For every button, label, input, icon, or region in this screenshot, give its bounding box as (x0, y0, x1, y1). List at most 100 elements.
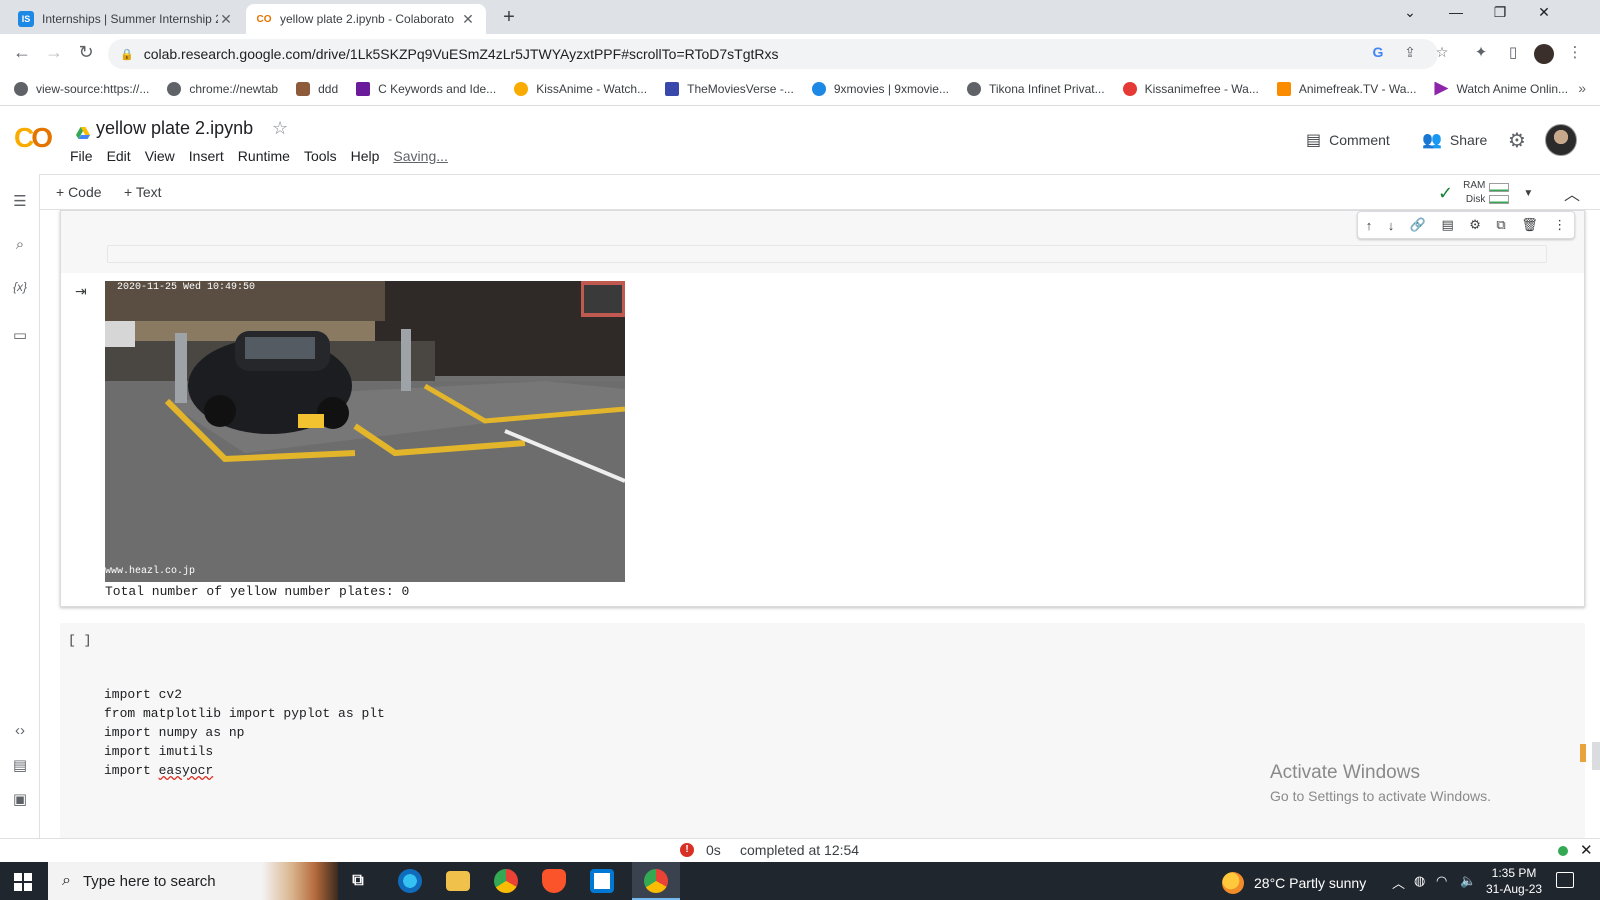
system-clock[interactable]: 1:35 PM 31-Aug-23 (1486, 865, 1542, 897)
browser-tab-colab[interactable]: CO yellow plate 2.ipynb - Colaborato ✕ (246, 4, 486, 34)
close-status-icon[interactable]: ✕ (1580, 841, 1593, 859)
bookmark-item[interactable]: KissAnime - Watch... (514, 81, 648, 96)
notifications-icon[interactable] (1556, 872, 1574, 888)
share-button[interactable]: 👥 Share (1422, 130, 1487, 150)
active-taskbar-item[interactable] (632, 862, 680, 900)
menu-edit[interactable]: Edit (107, 148, 131, 164)
menu-view[interactable]: View (145, 148, 175, 164)
run-cell-button[interactable]: [ ] (68, 633, 91, 648)
menu-help[interactable]: Help (351, 148, 380, 164)
resource-monitor[interactable]: ✓ RAM Disk ▼ (1438, 179, 1533, 207)
taskbar-search[interactable]: ⌕ Type here to search (48, 862, 338, 900)
bookmark-item[interactable]: ddd (296, 81, 338, 96)
move-up-icon[interactable]: ↑ (1366, 218, 1373, 233)
close-window-button[interactable]: ✕ (1524, 4, 1564, 21)
back-icon[interactable]: ← (10, 42, 34, 63)
show-hidden-icons-icon[interactable]: ︿ (1392, 873, 1405, 892)
side-panel-icon[interactable]: ▯ (1502, 43, 1524, 61)
code-snippets-icon[interactable]: ‹› (8, 722, 32, 739)
windows-start-icon[interactable] (14, 873, 32, 891)
code-cell[interactable]: [ ] import cv2 from matplotlib import py… (60, 623, 1585, 838)
restore-button[interactable]: ❐ (1480, 4, 1520, 21)
account-avatar[interactable] (1545, 124, 1577, 156)
microsoft-store-icon[interactable] (590, 869, 614, 893)
cell-editor[interactable] (107, 245, 1547, 263)
link-icon[interactable]: 🔗 (1410, 217, 1426, 233)
tab-search-icon[interactable]: ⌄ (1390, 4, 1430, 21)
task-view-icon[interactable]: ⧉ (346, 869, 370, 893)
collapse-header-icon[interactable]: ︿ (1564, 181, 1580, 205)
close-tab-icon[interactable]: ✕ (218, 11, 234, 28)
google-lens-icon[interactable]: G (1368, 44, 1388, 60)
chrome-icon[interactable] (494, 869, 518, 893)
search-icon[interactable]: ⌕ (8, 236, 32, 253)
comment-button[interactable]: ▤ Comment (1306, 130, 1390, 150)
bookmark-item[interactable]: C Keywords and Ide... (356, 81, 496, 96)
code-cell-focused[interactable]: ↑ ↓ 🔗 ▤ ⚙ ⧉ 🗑 ⋮ ⇥ 2020-11-25 Wed 10:49:5… (60, 210, 1585, 607)
bookmark-item[interactable]: 9xmovies | 9xmovie... (811, 81, 949, 96)
menu-insert[interactable]: Insert (189, 148, 224, 164)
reload-icon[interactable]: ↻ (74, 42, 98, 63)
lock-icon[interactable]: 🔒 (120, 48, 134, 61)
output-actions-icon[interactable]: ⇥ (75, 283, 87, 300)
people-icon: 👥 (1422, 132, 1442, 149)
bookmark-item[interactable]: Animefreak.TV - Wa... (1276, 81, 1416, 96)
error-icon[interactable]: ! (680, 843, 694, 857)
bookmark-star-icon[interactable]: ☆ (1432, 44, 1452, 61)
bookmark-item[interactable]: Kissanimefree - Wa... (1122, 81, 1259, 96)
table-of-contents-icon[interactable]: ☰ (8, 192, 32, 210)
browser-tab-internships[interactable]: IS Internships | Summer Internship 2 ✕ (8, 4, 244, 34)
new-tab-button[interactable]: + (497, 6, 521, 29)
weather-widget[interactable]: 28°C Partly sunny (1222, 872, 1366, 894)
profile-avatar-icon[interactable] (1534, 44, 1554, 64)
chrome-menu-icon[interactable]: ⋮ (1564, 43, 1586, 61)
notebook-title[interactable]: yellow plate 2.ipynb (96, 118, 253, 139)
cell-settings-icon[interactable]: ⚙ (1469, 217, 1481, 233)
edge-icon[interactable] (398, 869, 422, 893)
star-notebook-icon[interactable]: ☆ (272, 118, 288, 139)
meet-now-icon[interactable]: ◍ (1414, 873, 1425, 889)
save-status-link[interactable]: Saving... (393, 148, 447, 164)
bookmark-item[interactable]: Tikona Infinet Privat... (966, 81, 1105, 96)
command-palette-icon[interactable]: ▤ (8, 756, 32, 774)
wifi-icon[interactable]: ◠ (1436, 873, 1447, 889)
file-explorer-icon[interactable] (446, 871, 470, 891)
extensions-icon[interactable]: ✦ (1470, 43, 1492, 61)
menu-tools[interactable]: Tools (304, 148, 337, 164)
colab-logo-icon[interactable]: CO (14, 122, 53, 154)
bookmark-label: Watch Anime Onlin... (1456, 81, 1569, 96)
comment-icon[interactable]: ▤ (1441, 217, 1453, 233)
runtime-dropdown-icon[interactable]: ▼ (1523, 188, 1533, 199)
variables-icon[interactable]: {x} (8, 280, 32, 294)
bookmark-item[interactable]: Watch Anime Onlin... (1434, 81, 1569, 96)
cell-input-region (61, 211, 1584, 273)
menu-runtime[interactable]: Runtime (238, 148, 290, 164)
menu-file[interactable]: File (70, 148, 93, 164)
volume-icon[interactable]: 🔈 (1460, 873, 1476, 889)
mirror-cell-icon[interactable]: ⧉ (1496, 217, 1505, 233)
gear-icon[interactable]: ⚙ (1508, 128, 1526, 153)
address-bar[interactable]: 🔒 colab.research.google.com/drive/1Lk5SK… (108, 39, 1438, 69)
move-down-icon[interactable]: ↓ (1388, 218, 1395, 233)
add-text-button[interactable]: + Text (124, 184, 162, 200)
p-favicon-icon (356, 81, 371, 96)
code-editor[interactable]: import cv2 from matplotlib import pyplot… (104, 685, 385, 780)
terminal-icon[interactable]: ▣ (8, 790, 32, 808)
brave-icon[interactable] (542, 869, 566, 893)
more-bookmarks-icon[interactable]: » (1578, 80, 1586, 96)
add-code-button[interactable]: + Code (56, 184, 102, 200)
bookmark-item[interactable]: view-source:https://... (14, 81, 149, 96)
bookmark-item[interactable]: TheMoviesVerse -... (665, 81, 794, 96)
forward-icon[interactable]: → (42, 42, 66, 63)
scrollbar-thumb[interactable] (1592, 742, 1600, 770)
files-folder-icon[interactable]: ▭ (8, 326, 32, 344)
minimize-button[interactable]: — (1436, 4, 1476, 20)
more-options-icon[interactable]: ⋮ (1553, 217, 1566, 233)
close-tab-icon[interactable]: ✕ (460, 11, 476, 28)
bookmark-item[interactable]: chrome://newtab (167, 81, 278, 96)
share-page-icon[interactable]: ⇪ (1400, 44, 1420, 61)
delete-icon[interactable]: 🗑 (1521, 217, 1538, 233)
bookmark-label: KissAnime - Watch... (536, 81, 648, 96)
completion-status[interactable]: completed at 12:54 (740, 842, 859, 858)
notebook-title-area[interactable]: yellow plate 2.ipynb (76, 118, 253, 139)
